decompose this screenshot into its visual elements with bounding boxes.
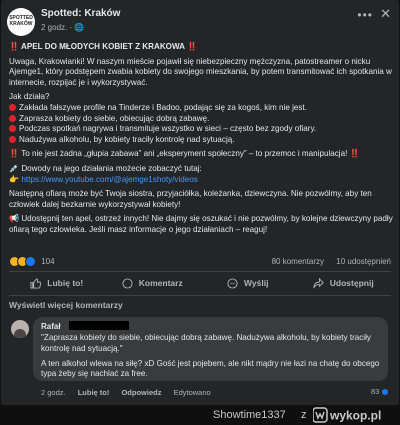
page-avatar[interactable]: SPOTTED KRAKÓW [7,8,35,36]
comment-time[interactable]: 2 godz. [41,388,66,397]
redaction-bar [68,321,129,330]
post-stats: 104 80 komentarzy 10 udostępnień [9,256,391,268]
wykop-logo-text: wykop.pl [329,409,381,423]
how-item: Nadużywa alkoholu, by kobiety traciły ko… [9,135,393,146]
comment-reply-button[interactable]: Odpowiedz [121,388,161,397]
reactions-summary[interactable]: 104 [9,256,55,267]
red-circle-icon [9,103,16,111]
comment-bubble: Rafał "Zaprasza kobiety do siebie, obiec… [33,317,388,381]
share-icon [313,277,324,288]
post-title: ‼️ APEL DO MŁODYCH KOBIET Z KRAKOWA ‼️ [9,42,393,53]
comment-author[interactable]: Rafał [41,321,380,332]
post-share-appeal: 📢 Udostępnij ten apel, ostrzeż innych! N… [9,214,393,234]
how-item: Zaprasza kobiety do siebie, obiecując do… [9,114,393,125]
comment-likes-count: 83 [371,387,380,396]
watermark-user: Showtime1337 [213,409,286,421]
red-circle-icon [9,125,16,133]
how-item: Zakłada fałszywe profile na Tinderze i B… [9,103,393,114]
alert-icon: ‼️ [9,149,20,159]
post-warning: ‼️ To nie jest żadna „głupia zabawa” ani… [9,149,360,159]
commenter-avatar[interactable] [11,320,29,338]
more-options-icon[interactable]: ••• [357,8,373,22]
comments-count[interactable]: 80 komentarzy [272,257,324,266]
syringe-icon: 💉 [9,163,20,173]
reactions-count: 104 [41,257,55,266]
comment-text: A ten alkohol wlewa na siłę? xD Gość jes… [41,358,380,379]
red-circle-icon [9,135,16,143]
post-title-text: APEL DO MŁODYCH KOBIET Z KRAKOWA [21,42,185,51]
youtube-link[interactable]: https://www.youtube.com/@ajemge1shoty/vi… [21,175,197,184]
post-header: SPOTTED KRAKÓW Spotted: Kraków 2 godz. ·… [5,6,395,38]
comment-likes[interactable]: 83 [371,387,390,397]
send-button[interactable]: Wyślij [200,274,296,292]
how-item: Podczas spotkań nagrywa i transmituje ws… [9,124,393,135]
how-header: Jak działa? [9,92,50,102]
messenger-icon [227,277,238,289]
alert-icon: ‼️ [9,42,20,51]
watermark-z: z [301,409,307,421]
megaphone-icon: 📢 [9,214,20,224]
like-label: Lubię to! [47,278,84,288]
like-reaction-icon [381,388,390,397]
post-time[interactable]: 2 godz. · 🌐 [41,23,84,32]
post-card: SPOTTED KRAKÓW Spotted: Kraków 2 godz. ·… [1,0,399,405]
post-body: ‼️ APEL DO MŁODYCH KOBIET Z KRAKOWA ‼️ U… [9,42,393,240]
share-button[interactable]: Udostępnij [296,274,392,292]
wykop-logo: wykop.pl [313,407,381,423]
comment-label: Komentarz [138,278,183,288]
pointing-hand-icon: 👉 [9,174,20,184]
thumbs-up-icon [30,277,42,289]
comment-button[interactable]: Komentarz [105,274,201,292]
red-circle-icon [9,114,16,122]
action-bar: Lubię to! Komentarz Wyślij Udostępnij [9,274,391,292]
divider [9,295,391,296]
comment-edited-label: Edytowano [173,388,211,397]
view-more-comments[interactable]: Wyświetl więcej komentarzy [9,300,123,310]
comment-meta: 2 godz. Lubię to! Odpowiedz Edytowano [41,388,221,397]
post-how: Jak działa? Zakłada fałszywe profile na … [9,92,393,145]
post-next-victim: Następną ofiarą może być Twoja siostra, … [9,189,372,209]
page-name[interactable]: Spotted: Kraków [41,8,120,19]
stats-right: 80 komentarzy 10 udostępnień [262,257,391,266]
close-icon[interactable]: ✕ [380,6,391,22]
alert-icon: ‼️ [349,149,360,159]
post-evidence: 💉 Dowody na jego działania możecie zobac… [9,163,202,184]
like-button[interactable]: Lubię to! [9,274,105,292]
shares-count[interactable]: 10 udostępnień [336,257,391,266]
comment-like-button[interactable]: Lubię to! [78,388,110,397]
share-label: Udostępnij [329,278,374,288]
like-reaction-icon [25,256,36,267]
send-label: Wyślij [244,278,269,288]
post-intro: Uwaga, Krakowianki! W naszym mieście poj… [9,56,392,87]
post-time-label: 2 godz. [41,23,68,32]
globe-icon: 🌐 [74,23,85,32]
divider [9,271,391,272]
comment-icon [122,277,133,289]
comment-quote: "Zaprasza kobiety do siebie, obiecując d… [41,333,371,353]
alert-icon: ‼️ [186,42,198,51]
